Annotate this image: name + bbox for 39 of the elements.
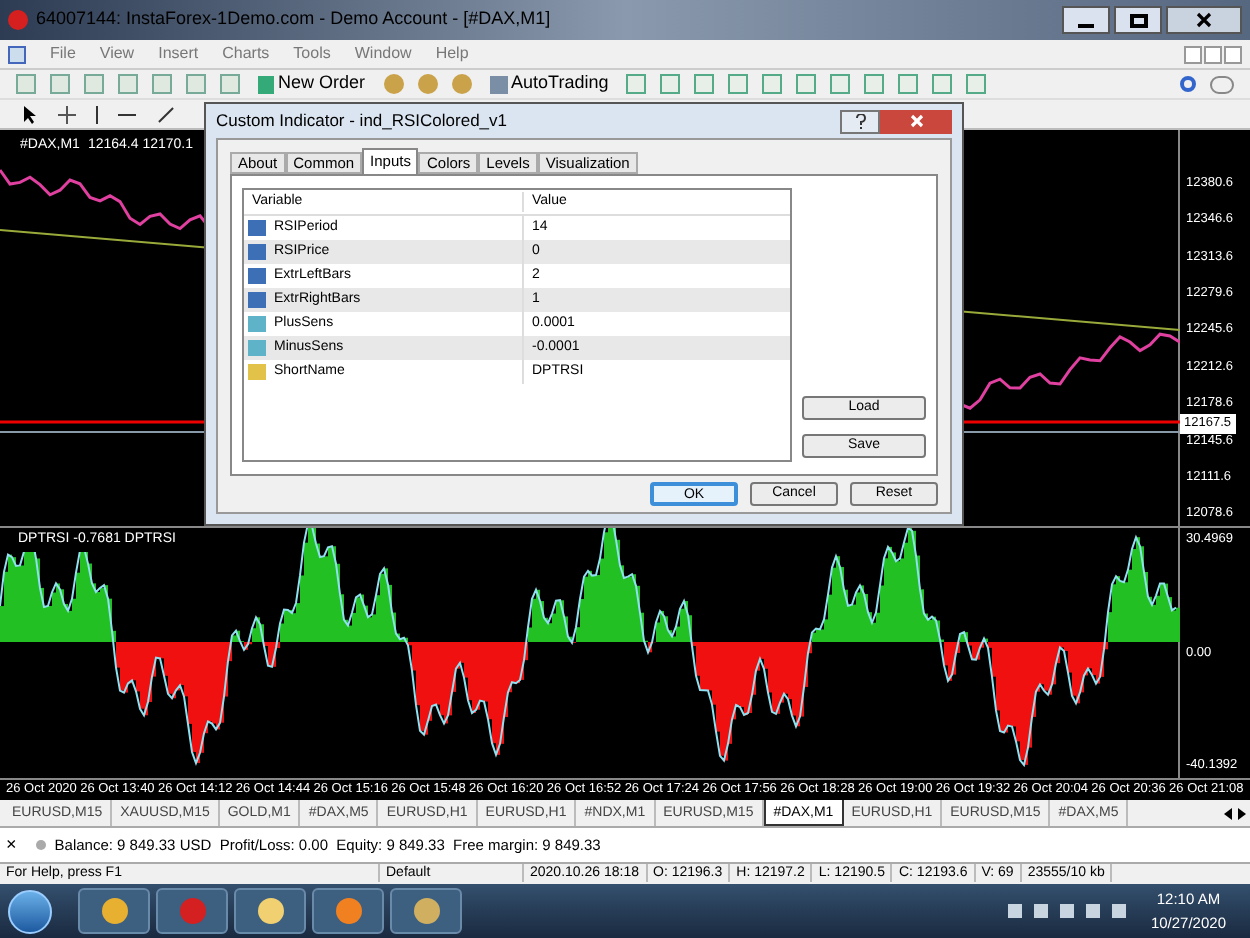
autotrading-button[interactable]: AutoTrading (485, 70, 613, 98)
close-icon (909, 114, 923, 128)
crosshair-tool-icon[interactable] (58, 105, 76, 123)
taskbar-app-button[interactable] (234, 888, 306, 934)
vertical-line-icon[interactable] (96, 105, 98, 123)
taskbar-app-button[interactable] (312, 888, 384, 934)
menu-item[interactable]: Tools (293, 42, 331, 66)
start-button[interactable] (8, 889, 52, 933)
search-icon[interactable] (1180, 76, 1196, 92)
menu-item[interactable]: Help (435, 42, 469, 66)
app-logo-icon (8, 10, 28, 30)
menu-item[interactable]: Insert (158, 42, 199, 66)
scroll-left-icon[interactable] (1224, 807, 1232, 819)
new-order-button[interactable]: New Order (254, 70, 370, 98)
mdi-restore-icon[interactable] (1204, 45, 1222, 63)
cursor-icon[interactable] (24, 105, 38, 123)
scroll-right-icon[interactable] (1238, 807, 1246, 819)
trendline-icon[interactable] (158, 106, 174, 122)
close-icon (1196, 12, 1212, 28)
menu-item[interactable]: Charts (222, 42, 270, 66)
mdi-minimize-icon[interactable] (1184, 45, 1202, 63)
menu-item[interactable]: Window (354, 42, 412, 66)
maximize-icon[interactable] (1114, 6, 1162, 34)
mdi-close-icon[interactable] (1224, 45, 1242, 63)
question-mark-icon (855, 113, 865, 129)
window-title: 64007144: InstaForex-1Demo.com - Demo Account - [#DAX,M1] (36, 6, 551, 33)
terminal-close-button[interactable]: × (6, 831, 17, 859)
taskbar-app-button[interactable] (156, 888, 228, 934)
dialog-title: Custom Indicator - ind_RSIColored_v1 (216, 108, 508, 134)
close-button[interactable] (1166, 6, 1242, 34)
menu-item[interactable]: File (50, 42, 76, 66)
minimize-icon[interactable] (1062, 6, 1110, 34)
taskbar-app-button[interactable] (78, 888, 150, 934)
help-button[interactable] (840, 109, 880, 133)
menu-item[interactable]: View (99, 42, 135, 66)
taskbar-app-button[interactable] (390, 888, 462, 934)
app-menu-icon[interactable] (8, 45, 26, 63)
string-type-icon (248, 364, 266, 380)
horizontal-line-icon[interactable] (118, 113, 136, 115)
